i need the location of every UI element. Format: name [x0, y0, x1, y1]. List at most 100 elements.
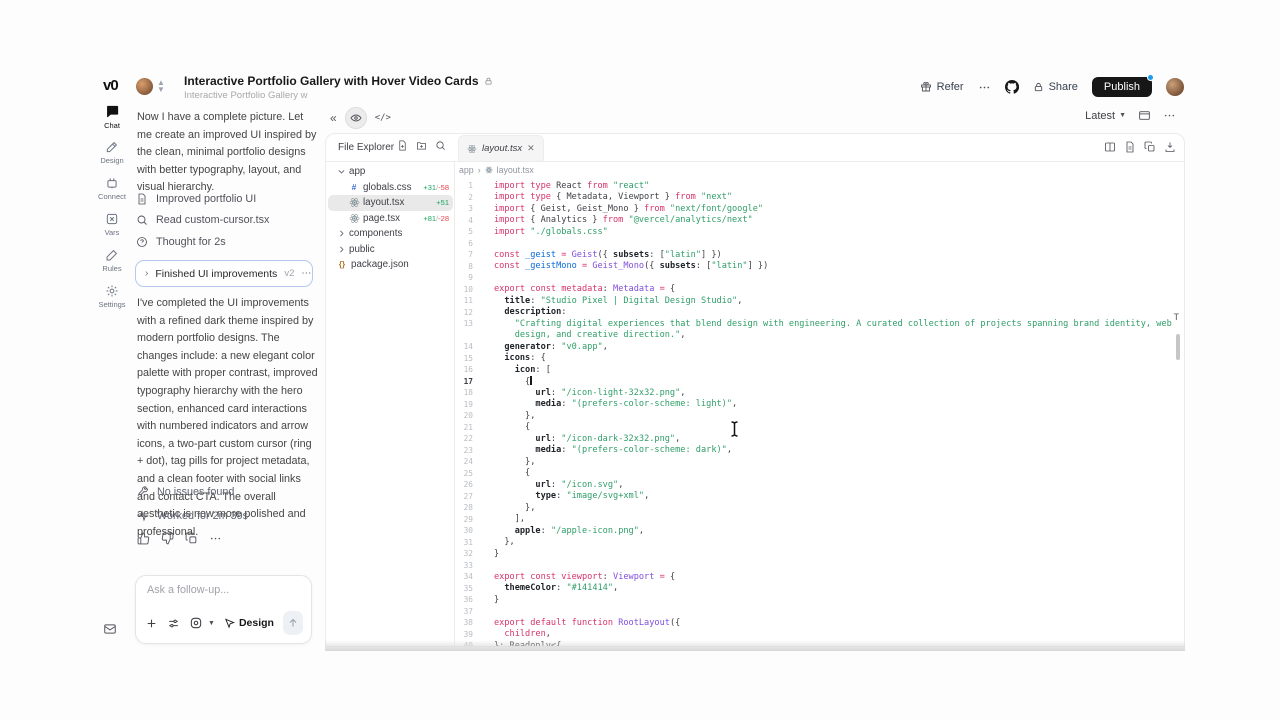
- code-line[interactable]: 27 type: "image/svg+xml",: [456, 491, 1183, 503]
- editor-scrollbar[interactable]: [1176, 334, 1180, 360]
- code-line[interactable]: 12 description:: [456, 307, 1183, 319]
- code-line[interactable]: 11 title: "Studio Pixel | Digital Design…: [456, 295, 1183, 307]
- code-line[interactable]: 23 media: "(prefers-color-scheme: dark)"…: [456, 445, 1183, 457]
- rail-item-design[interactable]: Design: [94, 140, 130, 169]
- chevron-right-icon[interactable]: ›: [145, 268, 148, 279]
- rail-item-chat[interactable]: Chat: [94, 104, 130, 133]
- download-icon[interactable]: [1164, 141, 1176, 153]
- thumbs-up-button[interactable]: [136, 531, 151, 546]
- publish-button[interactable]: Publish: [1092, 77, 1152, 97]
- tree-item-package-json[interactable]: {}package.json: [328, 257, 453, 273]
- code-line[interactable]: 5import "./globals.css": [456, 226, 1183, 238]
- code-line[interactable]: 13 "Crafting digital experiences that bl…: [456, 318, 1183, 330]
- tree-item-globals-css[interactable]: #globals.css+31/-58: [328, 180, 453, 196]
- new-file-icon[interactable]: [397, 140, 408, 151]
- version-selector[interactable]: Latest ▼: [1085, 110, 1126, 122]
- code-line[interactable]: 18 url: "/icon-light-32x32.png",: [456, 387, 1183, 399]
- copy-icon[interactable]: [1144, 141, 1156, 153]
- code-line[interactable]: 6: [456, 238, 1183, 250]
- browser-window-icon[interactable]: [1138, 109, 1151, 122]
- more-actions-button[interactable]: [208, 531, 223, 546]
- mail-icon[interactable]: [103, 622, 117, 636]
- sliders-icon[interactable]: [167, 617, 180, 630]
- ellipsis-icon[interactable]: [1163, 109, 1176, 122]
- code-line[interactable]: 1import type React from "react": [456, 180, 1183, 192]
- tree-item-layout-tsx[interactable]: layout.tsx+51: [328, 195, 453, 211]
- share-button[interactable]: Share: [1033, 81, 1078, 93]
- tool-step[interactable]: Improved portfolio UI: [136, 191, 316, 206]
- code-line[interactable]: 3import { Geist, Geist_Mono } from "next…: [456, 203, 1183, 215]
- task-card-finished-ui[interactable]: › Finished UI improvements v2 ⋯: [135, 260, 313, 287]
- tree-item-app[interactable]: app: [328, 164, 453, 180]
- split-view-icon[interactable]: [1104, 141, 1116, 153]
- code-lines[interactable]: 1import type React from "react"2import t…: [456, 180, 1183, 646]
- code-line[interactable]: 2import type { Metadata, Viewport } from…: [456, 192, 1183, 204]
- code-line[interactable]: 17 {: [456, 376, 1183, 388]
- header-more-button[interactable]: [978, 81, 991, 94]
- tree-item-components[interactable]: components: [328, 226, 453, 242]
- search-icon[interactable]: [435, 140, 446, 151]
- copy-button[interactable]: [184, 531, 199, 546]
- code-line[interactable]: 15 icons: {: [456, 353, 1183, 365]
- code-line[interactable]: 20 },: [456, 410, 1183, 422]
- close-icon[interactable]: ✕: [527, 143, 535, 154]
- code-line[interactable]: 34export const viewport: Viewport = {: [456, 571, 1183, 583]
- chevron-down-icon[interactable]: ▼: [208, 620, 215, 627]
- code-line[interactable]: 31 },: [456, 537, 1183, 549]
- chat-input[interactable]: [147, 584, 297, 596]
- new-folder-icon[interactable]: [416, 140, 427, 151]
- rail-item-rules[interactable]: Rules: [94, 248, 130, 277]
- code-line[interactable]: 33: [456, 560, 1183, 572]
- tree-item-public[interactable]: public: [328, 242, 453, 258]
- code-line[interactable]: 19 media: "(prefers-color-scheme: light)…: [456, 399, 1183, 411]
- code-line[interactable]: 35 themeColor: "#141414",: [456, 583, 1183, 595]
- code-line[interactable]: 30 apple: "/apple-icon.png",: [456, 525, 1183, 537]
- rail-item-vars[interactable]: Vars: [94, 212, 130, 241]
- code-line[interactable]: 25 {: [456, 468, 1183, 480]
- code-line[interactable]: 37: [456, 606, 1183, 618]
- assistant-message: I've completed the UI improvements with …: [137, 295, 318, 541]
- preview-toggle-selected[interactable]: [345, 107, 367, 129]
- code-line[interactable]: 14 generator: "v0.app",: [456, 341, 1183, 353]
- code-line[interactable]: 26 url: "/icon.svg",: [456, 479, 1183, 491]
- model-selector-button[interactable]: [189, 616, 203, 630]
- code-line[interactable]: 4import { Analytics } from "@vercel/anal…: [456, 215, 1183, 227]
- code-line[interactable]: 8const _geistMono = Geist_Mono({ subsets…: [456, 261, 1183, 273]
- code-line[interactable]: 7const _geist = Geist({ subsets: ["latin…: [456, 249, 1183, 261]
- code-line[interactable]: 10export const metadata: Metadata = {: [456, 284, 1183, 296]
- workspace-avatar[interactable]: [136, 78, 153, 95]
- code-line[interactable]: 39 children,: [456, 629, 1183, 641]
- rail-item-connect[interactable]: Connect: [94, 176, 130, 205]
- user-avatar[interactable]: [1166, 78, 1184, 96]
- code-line[interactable]: 16 icon: [: [456, 364, 1183, 376]
- tool-step[interactable]: Thought for 2s: [136, 234, 316, 249]
- workspace-switcher-icon[interactable]: ▲▼: [157, 79, 165, 93]
- github-button[interactable]: [1005, 80, 1019, 94]
- code-line[interactable]: design, and creative direction.",: [456, 330, 1183, 342]
- code-view-toggle[interactable]: </>: [375, 113, 391, 123]
- thumbs-down-button[interactable]: [160, 531, 175, 546]
- code-line[interactable]: 24 },: [456, 456, 1183, 468]
- refer-button[interactable]: Refer: [920, 81, 964, 93]
- plus-button[interactable]: [145, 617, 158, 630]
- code-line[interactable]: 36}: [456, 594, 1183, 606]
- v0-logo[interactable]: v0: [103, 77, 118, 94]
- file-icon[interactable]: [1124, 141, 1136, 153]
- rail-item-settings[interactable]: Settings: [94, 284, 130, 313]
- tool-step[interactable]: Read custom-cursor.tsx: [136, 213, 316, 228]
- code-line[interactable]: 38export default function RootLayout({: [456, 617, 1183, 629]
- collapse-panel-icon[interactable]: «: [330, 111, 337, 125]
- code-line[interactable]: 9: [456, 272, 1183, 284]
- tab-layout-tsx[interactable]: layout.tsx ✕: [458, 135, 544, 161]
- code-line[interactable]: 22 url: "/icon-dark-32x32.png",: [456, 433, 1183, 445]
- design-mode-button[interactable]: Design: [224, 617, 274, 629]
- breadcrumb-file[interactable]: layout.tsx: [497, 165, 534, 175]
- send-button[interactable]: [283, 611, 303, 635]
- code-line[interactable]: 21 {: [456, 422, 1183, 434]
- code-line[interactable]: 29 ],: [456, 514, 1183, 526]
- code-line[interactable]: 32}: [456, 548, 1183, 560]
- code-line[interactable]: 28 },: [456, 502, 1183, 514]
- task-card-more-button[interactable]: ⋯: [301, 268, 312, 279]
- tree-item-page-tsx[interactable]: page.tsx+81/-28: [328, 211, 453, 227]
- breadcrumb-folder[interactable]: app: [459, 165, 474, 175]
